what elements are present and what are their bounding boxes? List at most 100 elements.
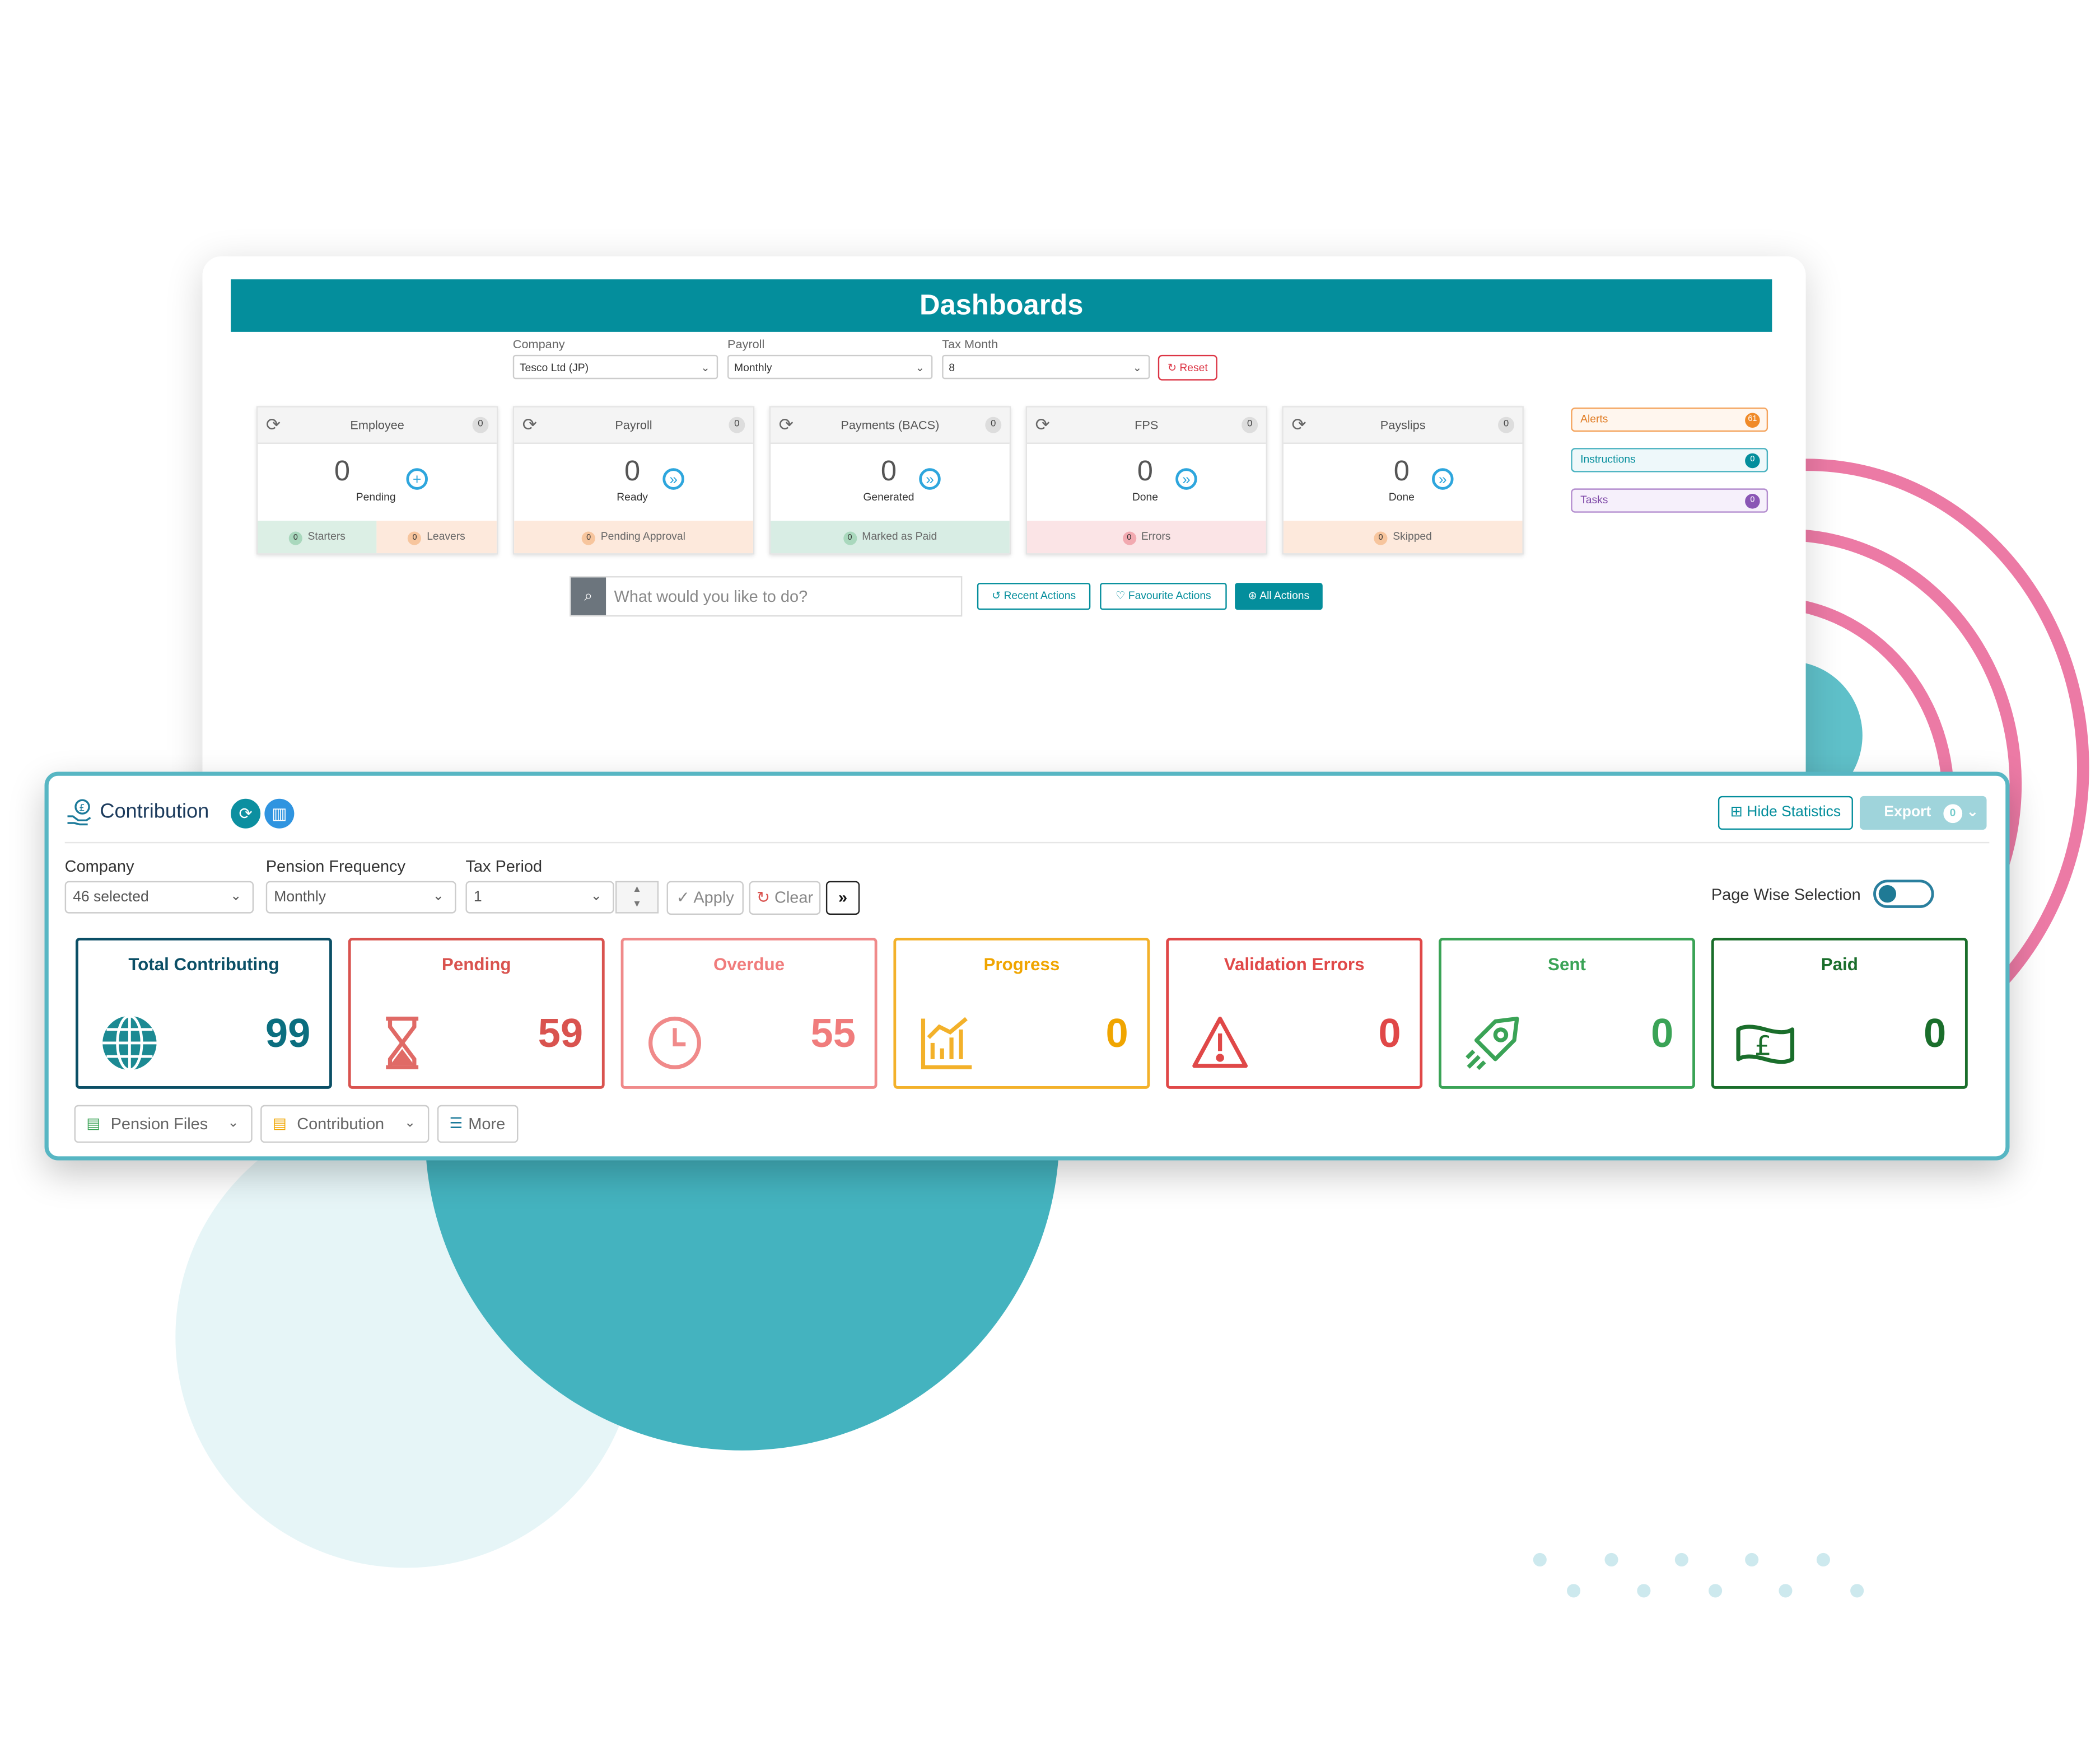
apply-button[interactable]: ✓ Apply [666, 881, 744, 915]
actions-icon: ⊛ [1248, 590, 1257, 602]
warning-icon [1191, 1013, 1250, 1073]
card-payroll[interactable]: ⟳ Payroll 0 0 » Ready 0 Pending Approval [512, 406, 755, 555]
stat-value: 0 [1105, 1012, 1128, 1057]
card-badge: 0 [1242, 417, 1258, 433]
chevron-down-icon: ⌄ [1966, 804, 1979, 821]
search-input[interactable]: What would you like to do? [614, 587, 808, 606]
add-icon[interactable]: + [406, 468, 428, 490]
payroll-select[interactable]: Monthly ⌄ [727, 354, 933, 380]
tax-period-label: Tax Period [465, 857, 543, 876]
card-value: 0 [1393, 456, 1410, 488]
stat-title: Validation Errors [1224, 953, 1365, 975]
chevron-down-icon: ⌄ [590, 889, 602, 904]
stat-paid[interactable]: Paid £ 0 [1711, 937, 1968, 1089]
fast-forward-icon[interactable]: » [1432, 468, 1454, 490]
payroll-select-value: Monthly [734, 361, 772, 374]
refresh-button[interactable]: ⟳ [231, 798, 261, 829]
card-payslips[interactable]: ⟳ Payslips 0 0 » Done 0 Skipped [1282, 406, 1524, 555]
tax-month-select-value: 8 [949, 361, 955, 374]
starters-segment[interactable]: 0 Starters [258, 521, 377, 554]
reset-button[interactable]: ↻ Reset [1158, 354, 1217, 381]
instructions-item[interactable]: Instructions 0 [1571, 448, 1768, 473]
card-employee[interactable]: ⟳ Employee 0 0 + Pending 0 Starters 0 Leav… [256, 406, 498, 555]
stat-total-contributing[interactable]: Total Contributing 99 [75, 937, 332, 1089]
fast-forward-icon[interactable]: » [1175, 468, 1197, 490]
refresh-icon: ⟳ [239, 804, 253, 824]
chart-icon [918, 1013, 977, 1073]
stat-pending[interactable]: Pending 59 [348, 937, 605, 1089]
card-subtitle: Generated [863, 491, 914, 503]
heart-icon: ♡ [1116, 590, 1126, 602]
leavers-segment[interactable]: 0 Leavers [376, 521, 497, 554]
stat-progress[interactable]: Progress 0 [893, 937, 1150, 1089]
card-title: Payroll [615, 418, 652, 432]
page-wise-selection-toggle[interactable] [1873, 880, 1934, 908]
card-badge: 0 [985, 417, 1002, 433]
tax-period-stepper[interactable]: ▲ ▼ [615, 881, 659, 914]
card-footer[interactable]: 0 Pending Approval [514, 521, 753, 554]
bar-chart-icon: ▥ [272, 804, 287, 824]
dashboard-title: Dashboards [231, 279, 1772, 332]
company-select[interactable]: 46 selected ⌄ [64, 881, 254, 914]
pound-note-icon: £ [1735, 1013, 1795, 1073]
tax-period-select[interactable]: 1 ⌄ [465, 881, 614, 914]
rocket-icon [1463, 1013, 1522, 1073]
more-button[interactable]: ☰ More [437, 1105, 519, 1143]
export-count-badge: 0 [1943, 804, 1962, 824]
pension-files-button[interactable]: ▤ Pension Files ⌄ [74, 1105, 253, 1143]
card-subtitle: Done [1132, 491, 1158, 503]
tasks-item[interactable]: Tasks 0 [1571, 488, 1768, 513]
contribution-panel: £ Contribution ⟳ ▥ ⊞ Hide Statistics Exp… [44, 771, 2010, 1161]
company-select[interactable]: Tesco Ltd (JP) ⌄ [512, 354, 718, 380]
svg-text:£: £ [1754, 1031, 1772, 1062]
file-icon: ▤ [86, 1116, 101, 1132]
card-payments-bacs[interactable]: ⟳ Payments (BACS) 0 0 » Generated 0 Marke… [769, 406, 1011, 555]
chevron-down-icon: ⌄ [227, 1116, 239, 1131]
hide-statistics-button[interactable]: ⊞ Hide Statistics [1718, 796, 1853, 830]
stat-validation-errors[interactable]: Validation Errors 0 [1166, 937, 1423, 1089]
card-value: 0 [1137, 456, 1153, 488]
stat-overdue[interactable]: Overdue 55 [620, 937, 878, 1089]
card-fps[interactable]: ⟳ FPS 0 0 » Done 0 Errors [1025, 406, 1267, 555]
card-footer[interactable]: 0 Errors [1027, 521, 1266, 554]
clock-icon [645, 1013, 704, 1073]
pension-frequency-select[interactable]: Monthly ⌄ [265, 881, 456, 914]
list-icon: ☰ [449, 1116, 463, 1132]
card-subtitle: Ready [617, 491, 648, 503]
stat-title: Pending [441, 953, 511, 975]
svg-text:£: £ [79, 802, 85, 813]
export-button[interactable]: Export 0 ⌄ [1859, 796, 1987, 830]
chevron-down-icon: ⌄ [701, 361, 710, 374]
history-icon: ↺ [991, 590, 1001, 602]
alerts-item[interactable]: Alerts 61 [1571, 407, 1768, 432]
card-subtitle: Pending [356, 491, 396, 503]
stat-title: Progress [983, 953, 1060, 975]
instructions-count-badge: 0 [1745, 453, 1760, 469]
contribution-menu-button[interactable]: ▤ Contribution ⌄ [260, 1105, 430, 1143]
card-footer[interactable]: 0 Marked as Paid [771, 521, 1010, 554]
recent-actions-button[interactable]: ↺ Recent Actions [977, 583, 1091, 610]
fast-forward-icon[interactable]: » [662, 468, 684, 490]
reset-label: Reset [1179, 361, 1208, 374]
card-title: FPS [1135, 418, 1159, 432]
grid-icon: ⊞ [1730, 804, 1743, 821]
tax-month-select[interactable]: 8 ⌄ [942, 354, 1150, 380]
clear-button[interactable]: ↻ Clear [749, 881, 821, 915]
tax-month-label: Tax Month [942, 337, 998, 351]
search-box[interactable]: ⌕ What would you like to do? [570, 576, 963, 617]
chevron-down-icon: ⌄ [230, 889, 242, 904]
card-footer[interactable]: 0 Skipped [1283, 521, 1523, 554]
toggle-knob [1878, 885, 1897, 903]
card-title: Employee [350, 418, 404, 432]
fast-forward-icon[interactable]: » [919, 468, 941, 490]
chevron-down-icon: ⌄ [432, 889, 444, 904]
hourglass-icon [372, 1013, 432, 1073]
more-filters-button[interactable]: » [825, 881, 860, 915]
favourite-actions-button[interactable]: ♡ Favourite Actions [1100, 583, 1227, 610]
stat-sent[interactable]: Sent 0 [1439, 937, 1695, 1089]
all-actions-button[interactable]: ⊛ All Actions [1235, 583, 1323, 610]
stat-title: Paid [1821, 953, 1858, 975]
card-title: Payments (BACS) [841, 418, 940, 432]
statistics-button[interactable]: ▥ [264, 798, 295, 829]
stat-title: Sent [1548, 953, 1586, 975]
